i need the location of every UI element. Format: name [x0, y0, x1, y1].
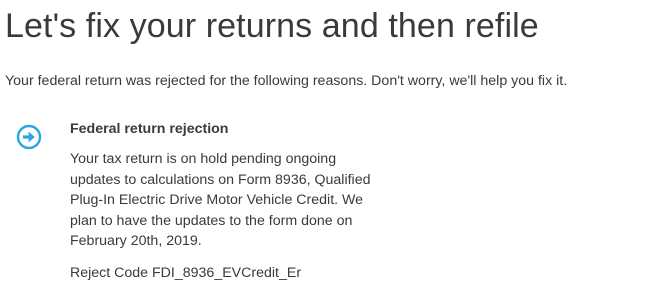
reject-code: Reject Code FDI_8936_EVCredit_Er [70, 264, 302, 281]
rejection-message-line: Your tax return is on hold pending ongoi… [70, 151, 337, 167]
arrow-right-circle-icon-graphic [16, 124, 42, 150]
rejection-message-line: Plug-In Electric Drive Motor Vehicle Cre… [70, 192, 364, 209]
rejection-message-line: February 20th, 2019. [70, 233, 202, 250]
arrow-right-circle-icon[interactable] [16, 124, 42, 150]
rejection-message-line: updates to calculations on Form 8936, Qu… [70, 171, 371, 188]
rejection-details: Federal return rejection Your tax return… [70, 119, 450, 283]
rejection-message: Your tax return is on hold pending ongoi… [70, 149, 450, 252]
page-title: Let's fix your returns and then refile [5, 7, 539, 45]
intro-text: Your federal return was rejected for the… [5, 73, 568, 89]
rejection-message-line: plan to have the updates to the form don… [70, 212, 353, 229]
rejection-title: Federal return rejection [70, 121, 229, 137]
